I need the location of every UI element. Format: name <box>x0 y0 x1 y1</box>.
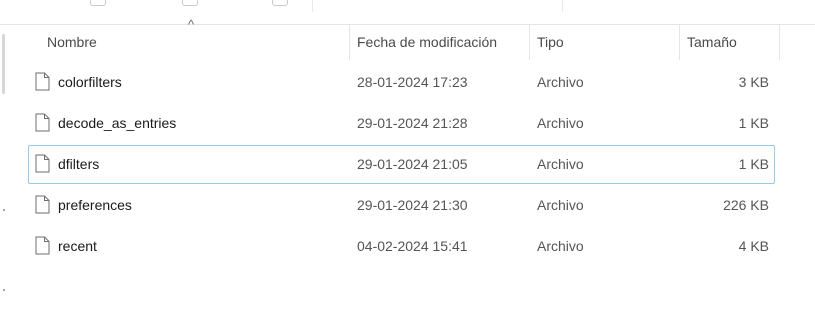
file-date: 04-02-2024 15:41 <box>357 238 468 254</box>
file-icon <box>35 154 50 173</box>
column-header-date-label: Fecha de modificación <box>357 34 498 50</box>
file-name: colorfilters <box>58 74 122 90</box>
column-header-name[interactable]: Nombre ^ <box>30 18 350 60</box>
file-type: Archivo <box>537 238 584 254</box>
column-header-type[interactable]: Tipo <box>530 24 680 60</box>
file-date: 29-01-2024 21:30 <box>357 197 468 213</box>
file-size: 226 KB <box>723 197 769 213</box>
file-explorer-window: Nombre ^ Fecha de modificación Tipo Tama… <box>0 0 815 319</box>
file-size: 3 KB <box>738 74 769 90</box>
file-icon <box>35 236 50 255</box>
file-row[interactable]: colorfilters 28-01-2024 17:23 Archivo 3 … <box>28 63 775 102</box>
toolbar-segment <box>312 0 563 12</box>
toolbar-strip <box>0 0 815 25</box>
file-row[interactable]: decode_as_entries 29-01-2024 21:28 Archi… <box>28 104 775 143</box>
file-size: 1 KB <box>738 115 769 131</box>
file-icon <box>35 195 50 214</box>
file-name: recent <box>58 238 97 254</box>
file-size: 4 KB <box>738 238 769 254</box>
toolbar-segment <box>0 0 313 12</box>
file-row[interactable]: recent 04-02-2024 15:41 Archivo 4 KB <box>28 227 775 266</box>
file-type: Archivo <box>537 74 584 90</box>
file-type: Archivo <box>537 197 584 213</box>
column-header-type-label: Tipo <box>537 34 564 50</box>
file-date: 29-01-2024 21:28 <box>357 115 468 131</box>
file-type: Archivo <box>537 156 584 172</box>
nav-marker <box>3 209 5 211</box>
column-header-size-label: Tamaño <box>687 34 737 50</box>
file-row[interactable]: preferences 29-01-2024 21:30 Archivo 226… <box>28 186 775 225</box>
file-row-focused[interactable]: dfilters 29-01-2024 21:05 Archivo 1 KB <box>28 145 775 184</box>
column-header-date[interactable]: Fecha de modificación <box>350 24 530 60</box>
file-name: decode_as_entries <box>58 115 177 131</box>
file-icon <box>35 72 50 91</box>
file-date: 29-01-2024 21:05 <box>357 156 468 172</box>
scrollbar-thumb[interactable] <box>2 34 5 94</box>
file-type: Archivo <box>537 115 584 131</box>
file-date: 28-01-2024 17:23 <box>357 74 468 90</box>
column-header-size[interactable]: Tamaño <box>680 24 780 60</box>
column-header-name-label: Nombre <box>47 34 97 50</box>
column-header-row: Nombre ^ Fecha de modificación Tipo Tama… <box>30 18 780 60</box>
file-name: preferences <box>58 197 132 213</box>
file-icon <box>35 113 50 132</box>
file-name: dfilters <box>58 156 100 172</box>
file-size: 1 KB <box>738 156 769 172</box>
file-list: colorfilters 28-01-2024 17:23 Archivo 3 … <box>28 63 775 268</box>
nav-marker <box>3 289 5 291</box>
left-scrollbar[interactable] <box>0 24 8 319</box>
sort-up-icon: ^ <box>188 17 195 32</box>
